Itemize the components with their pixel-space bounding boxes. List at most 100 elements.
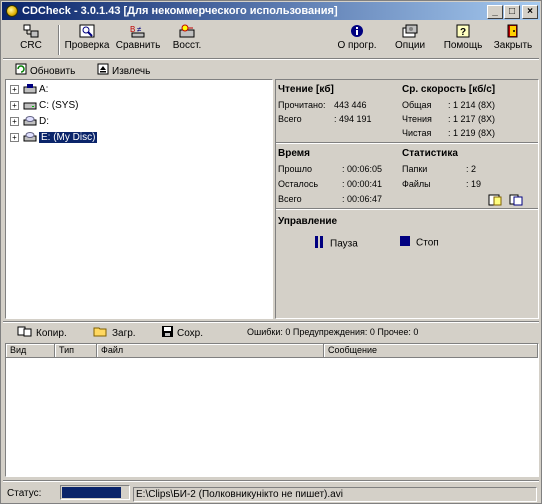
copy-report-icon[interactable]	[509, 194, 523, 206]
exit-door-icon	[505, 24, 521, 38]
extract-label: Извлечь	[112, 66, 151, 78]
drive-tree[interactable]: + A: + C: (SYS) + D: + E: (My Disc)	[5, 79, 273, 319]
restore-button[interactable]: Восст.	[167, 23, 207, 57]
section-divider	[276, 142, 538, 144]
minimize-button[interactable]: _	[487, 5, 503, 19]
restore-icon	[179, 24, 195, 38]
pause-icon	[314, 236, 324, 252]
verify-icon	[79, 24, 95, 38]
progress-fill	[62, 487, 121, 498]
options-label: Опции	[394, 40, 426, 51]
log-summary: Ошибки: 0 Предупреждения: 0 Прочее: 0	[247, 327, 419, 337]
read-value: 443 446	[334, 100, 367, 110]
refresh-label: Обновить	[30, 66, 76, 78]
expand-icon: +	[10, 116, 19, 126]
help-button[interactable]: ? Помощь	[441, 23, 485, 57]
svg-text:?: ?	[460, 27, 466, 38]
tree-item-d[interactable]: + D:	[10, 115, 49, 129]
eject-icon	[97, 63, 109, 80]
pause-button[interactable]: Пауза	[314, 236, 358, 250]
speed-read-value: : 1 217 (8X)	[448, 114, 496, 124]
column-header-type[interactable]: Тип	[55, 344, 97, 358]
load-log-button[interactable]: Загр.	[93, 326, 136, 341]
stop-button[interactable]: Стоп	[400, 236, 439, 250]
speed-overall-value: : 1 214 (8X)	[448, 100, 496, 110]
title-bar[interactable]: CDCheck - 3.0.1.43 [Для некоммерческого …	[2, 2, 540, 20]
window-title: CDCheck - 3.0.1.43 [Для некоммерческого …	[22, 5, 338, 17]
verify-label: Проверка	[64, 40, 110, 51]
speed-overall-label: Общая	[402, 100, 432, 110]
verify-button[interactable]: Проверка	[63, 23, 111, 57]
help-label: Помощь	[443, 40, 483, 51]
help-icon: ?	[455, 24, 471, 38]
column-header-kind[interactable]: Вид	[6, 344, 55, 358]
status-file: E:\Clips\БИ-2 (Полковникунікто не пишет)…	[133, 487, 537, 502]
restore-label: Восст.	[172, 40, 202, 51]
compare-label: Сравнить	[115, 40, 161, 51]
stop-icon	[400, 236, 410, 250]
about-button[interactable]: О прогр.	[334, 23, 380, 57]
compare-button[interactable]: B ≠ Сравнить	[113, 23, 163, 57]
section-divider	[276, 208, 538, 210]
toolbar-separator	[58, 25, 60, 55]
column-header-message[interactable]: Сообщение	[324, 344, 538, 358]
copy-icon	[17, 326, 33, 341]
speed-title: Ср. скорость [кб/с]	[402, 84, 496, 95]
time-total-label: Всего	[278, 194, 302, 204]
cd-drive-icon	[23, 132, 37, 142]
splitter[interactable]	[3, 321, 539, 323]
expand-icon: +	[10, 132, 19, 142]
expand-icon: +	[10, 84, 19, 94]
report-icon[interactable]	[488, 194, 502, 206]
floppy-drive-icon	[23, 84, 37, 94]
crc-button[interactable]: CRC	[11, 23, 51, 57]
folder-open-icon	[93, 326, 109, 341]
tree-item-e[interactable]: + E: (My Disc)	[10, 131, 98, 145]
maximize-button[interactable]: □	[504, 5, 520, 19]
save-disk-icon	[161, 326, 174, 341]
close-window-button[interactable]: ×	[522, 5, 538, 19]
log-list[interactable]: Вид Тип Файл Сообщение	[5, 343, 539, 477]
expand-icon: +	[10, 100, 19, 110]
speed-read-label: Чтения	[402, 114, 432, 124]
progress-bar	[60, 485, 130, 500]
tree-item-c[interactable]: + C: (SYS)	[10, 99, 78, 113]
stats-folders-value: : 2	[466, 164, 477, 174]
info-panel: Чтение [кб] Прочитано: 443 446 Всего : 4…	[275, 79, 539, 319]
read-label: Прочитано:	[278, 100, 326, 110]
options-button[interactable]: Опции	[391, 23, 429, 57]
tree-item-a[interactable]: + A:	[10, 83, 48, 97]
refresh-icon	[15, 63, 27, 80]
read-total-label: Всего	[278, 114, 302, 124]
time-elapsed-label: Прошло	[278, 164, 313, 174]
info-icon	[349, 24, 365, 38]
save-log-button[interactable]: Сохр.	[161, 326, 203, 341]
status-label: Статус:	[7, 488, 42, 499]
time-remaining-label: Осталось	[278, 179, 319, 189]
main-window: CDCheck - 3.0.1.43 [Для некоммерческого …	[0, 0, 542, 504]
about-label: О прогр.	[337, 40, 377, 51]
read-total-value: : 494 191	[334, 114, 372, 124]
stats-title: Статистика	[402, 148, 458, 159]
options-icon	[402, 24, 418, 38]
control-title: Управление	[278, 216, 338, 227]
copy-log-button[interactable]: Копир.	[17, 326, 67, 341]
stats-files-label: Файлы	[402, 179, 431, 189]
time-title: Время	[278, 148, 310, 159]
stats-folders-label: Папки	[402, 164, 428, 174]
time-total-value: : 00:06:47	[342, 194, 383, 204]
exit-label: Закрыть	[493, 40, 533, 51]
crc-label: CRC	[20, 40, 42, 51]
compare-icon: B ≠	[130, 24, 146, 38]
speed-pure-label: Чистая	[402, 128, 432, 138]
extract-button[interactable]: Извлечь	[97, 63, 150, 77]
cdcheck-app-icon	[6, 5, 18, 17]
exit-button[interactable]: Закрыть	[491, 23, 535, 57]
stats-files-value: : 19	[466, 179, 482, 189]
refresh-button[interactable]: Обновить	[15, 63, 75, 77]
crc-icon	[23, 24, 39, 38]
reading-title: Чтение [кб]	[278, 84, 334, 95]
cd-drive-icon	[23, 116, 37, 126]
status-divider	[3, 480, 539, 482]
column-header-file[interactable]: Файл	[97, 344, 324, 358]
